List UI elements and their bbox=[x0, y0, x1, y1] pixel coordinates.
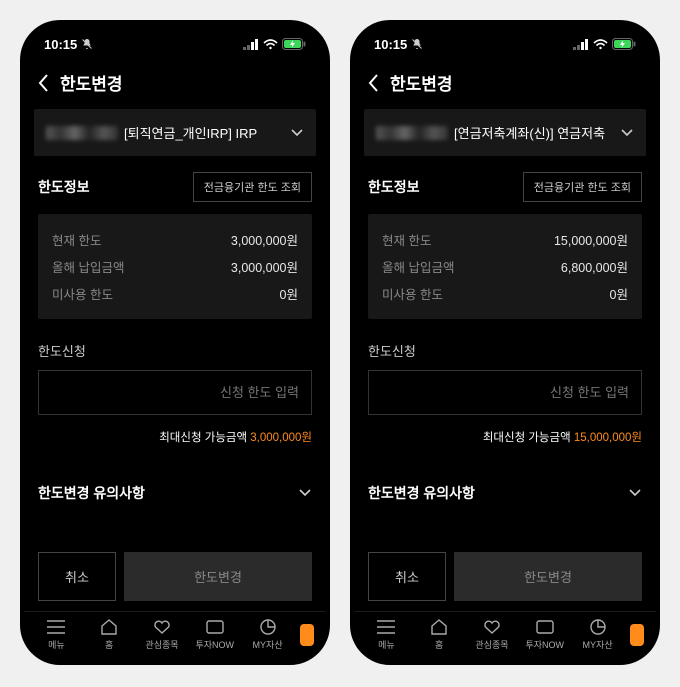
max-apply-line: 최대신청 가능금액 3,000,000원 bbox=[24, 421, 326, 459]
home-icon bbox=[99, 618, 119, 636]
limit-input[interactable] bbox=[38, 370, 312, 415]
account-selector[interactable]: [연금저축계좌(신)] 연금저축 bbox=[364, 109, 646, 156]
home-icon bbox=[429, 618, 449, 636]
menu-icon bbox=[376, 618, 396, 636]
bottom-actions: 취소 한도변경 bbox=[24, 552, 326, 611]
bell-silent-icon bbox=[81, 38, 93, 50]
submit-button[interactable]: 한도변경 bbox=[454, 552, 642, 601]
screen-icon bbox=[535, 618, 555, 636]
page-header: 한도변경 bbox=[354, 58, 656, 105]
nav-highlight-pill[interactable] bbox=[294, 624, 320, 646]
apply-section: 한도신청 bbox=[24, 331, 326, 421]
row-unused-limit: 미사용 한도 0원 bbox=[382, 280, 628, 307]
bottom-nav: 메뉴 홈 관심종목 투자NOW MY자산 bbox=[24, 611, 326, 661]
account-label: [연금저축계좌(신)] 연금저축 bbox=[454, 123, 605, 142]
battery-icon bbox=[282, 38, 306, 50]
phone-screen-right: 10:15 한도변경 [연금저축계좌(신)] 연금저축 한도정보 전금융기관 한… bbox=[350, 20, 660, 665]
limit-info-title: 한도정보 bbox=[368, 177, 420, 197]
page-header: 한도변경 bbox=[24, 58, 326, 105]
max-amount: 15,000,000원 bbox=[574, 432, 642, 444]
nav-invest-now[interactable]: 투자NOW bbox=[188, 618, 241, 651]
account-number-masked bbox=[376, 126, 448, 140]
limit-info-section: 한도정보 전금융기관 한도 조회 현재 한도 15,000,000원 올해 납입… bbox=[354, 156, 656, 331]
max-amount: 3,000,000원 bbox=[250, 432, 312, 444]
bottom-actions: 취소 한도변경 bbox=[354, 552, 656, 611]
nav-menu[interactable]: 메뉴 bbox=[30, 618, 83, 651]
back-icon[interactable] bbox=[38, 74, 50, 92]
row-current-limit: 현재 한도 3,000,000원 bbox=[52, 226, 298, 253]
status-time: 10:15 bbox=[44, 37, 77, 52]
nav-watchlist[interactable]: 관심종목 bbox=[466, 618, 519, 651]
nav-highlight-pill[interactable] bbox=[624, 624, 650, 646]
chevron-down-icon bbox=[620, 128, 634, 138]
bell-silent-icon bbox=[411, 38, 423, 50]
chevron-down-icon bbox=[628, 488, 642, 498]
nav-menu[interactable]: 메뉴 bbox=[360, 618, 413, 651]
account-number-masked bbox=[46, 126, 118, 140]
query-all-institutions-button[interactable]: 전금융기관 한도 조회 bbox=[193, 172, 312, 202]
nav-my-assets[interactable]: MY자산 bbox=[571, 618, 624, 651]
notice-expander[interactable]: 한도변경 유의사항 bbox=[24, 459, 326, 521]
row-current-limit: 현재 한도 15,000,000원 bbox=[382, 226, 628, 253]
nav-home[interactable]: 홈 bbox=[83, 618, 136, 651]
chevron-down-icon bbox=[290, 128, 304, 138]
limit-input[interactable] bbox=[368, 370, 642, 415]
cancel-button[interactable]: 취소 bbox=[38, 552, 116, 601]
pie-icon bbox=[588, 618, 608, 636]
max-apply-line: 최대신청 가능금액 15,000,000원 bbox=[354, 421, 656, 459]
nav-my-assets[interactable]: MY자산 bbox=[241, 618, 294, 651]
limit-info-box: 현재 한도 15,000,000원 올해 납입금액 6,800,000원 미사용… bbox=[368, 214, 642, 319]
account-label: [퇴직연금_개인IRP] IRP bbox=[124, 123, 257, 142]
screen-icon bbox=[205, 618, 225, 636]
limit-info-section: 한도정보 전금융기관 한도 조회 현재 한도 3,000,000원 올해 납입금… bbox=[24, 156, 326, 331]
row-year-deposit: 올해 납입금액 3,000,000원 bbox=[52, 253, 298, 280]
status-bar: 10:15 bbox=[354, 30, 656, 58]
notice-expander[interactable]: 한도변경 유의사항 bbox=[354, 459, 656, 521]
page-title: 한도변경 bbox=[390, 70, 453, 95]
nav-invest-now[interactable]: 투자NOW bbox=[518, 618, 571, 651]
orange-pill-icon bbox=[630, 624, 644, 646]
status-bar: 10:15 bbox=[24, 30, 326, 58]
menu-icon bbox=[46, 618, 66, 636]
phone-screen-left: 10:15 한도변경 [퇴직연금_개인IRP] IRP 한도정보 전금융기관 한… bbox=[20, 20, 330, 665]
wifi-icon bbox=[263, 39, 278, 50]
back-icon[interactable] bbox=[368, 74, 380, 92]
heart-icon bbox=[482, 618, 502, 636]
row-year-deposit: 올해 납입금액 6,800,000원 bbox=[382, 253, 628, 280]
signal-icon bbox=[573, 39, 589, 50]
row-unused-limit: 미사용 한도 0원 bbox=[52, 280, 298, 307]
nav-watchlist[interactable]: 관심종목 bbox=[136, 618, 189, 651]
signal-icon bbox=[243, 39, 259, 50]
pie-icon bbox=[258, 618, 278, 636]
account-selector[interactable]: [퇴직연금_개인IRP] IRP bbox=[34, 109, 316, 156]
submit-button[interactable]: 한도변경 bbox=[124, 552, 312, 601]
nav-home[interactable]: 홈 bbox=[413, 618, 466, 651]
limit-info-title: 한도정보 bbox=[38, 177, 90, 197]
battery-icon bbox=[612, 38, 636, 50]
status-time: 10:15 bbox=[374, 37, 407, 52]
cancel-button[interactable]: 취소 bbox=[368, 552, 446, 601]
orange-pill-icon bbox=[300, 624, 314, 646]
bottom-nav: 메뉴 홈 관심종목 투자NOW MY자산 bbox=[354, 611, 656, 661]
wifi-icon bbox=[593, 39, 608, 50]
limit-info-box: 현재 한도 3,000,000원 올해 납입금액 3,000,000원 미사용 … bbox=[38, 214, 312, 319]
query-all-institutions-button[interactable]: 전금융기관 한도 조회 bbox=[523, 172, 642, 202]
apply-title: 한도신청 bbox=[368, 341, 642, 360]
chevron-down-icon bbox=[298, 488, 312, 498]
apply-section: 한도신청 bbox=[354, 331, 656, 421]
apply-title: 한도신청 bbox=[38, 341, 312, 360]
page-title: 한도변경 bbox=[60, 70, 123, 95]
heart-icon bbox=[152, 618, 172, 636]
